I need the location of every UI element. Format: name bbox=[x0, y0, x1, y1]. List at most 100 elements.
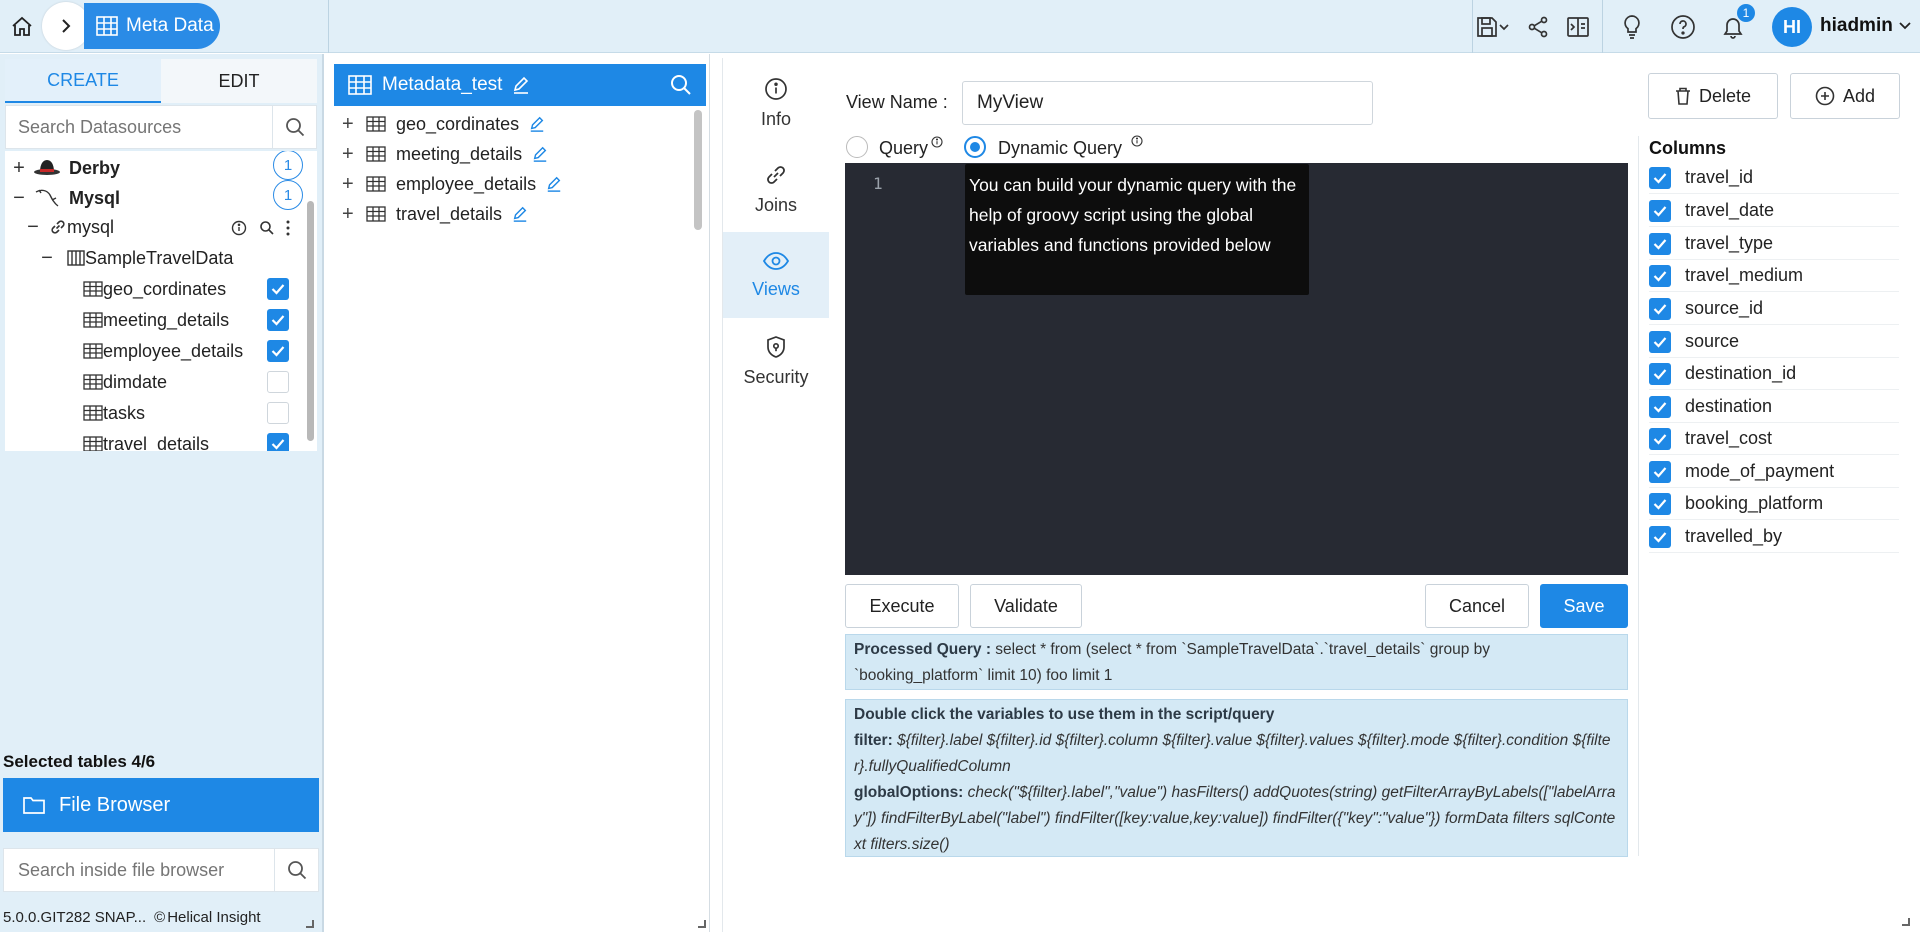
nav-info[interactable]: Info bbox=[723, 60, 829, 146]
resize-handle[interactable] bbox=[306, 920, 314, 928]
metadata-scrollbar[interactable] bbox=[694, 110, 702, 230]
avatar[interactable]: HI bbox=[1772, 7, 1812, 47]
tree-node-table[interactable]: geo_cordinates bbox=[83, 275, 226, 303]
column-row[interactable]: travel_medium bbox=[1649, 260, 1899, 292]
column-row[interactable]: travel_date bbox=[1649, 195, 1899, 227]
column-row[interactable]: source_id bbox=[1649, 293, 1899, 325]
column-row[interactable]: travel_id bbox=[1649, 162, 1899, 194]
column-checkbox[interactable] bbox=[1649, 264, 1671, 287]
column-checkbox[interactable] bbox=[1649, 199, 1671, 222]
breadcrumb-expand-button[interactable] bbox=[42, 2, 90, 50]
info-icon[interactable] bbox=[931, 136, 943, 148]
datasource-search-button[interactable] bbox=[272, 106, 316, 148]
dynamic-query-radio-label[interactable]: Dynamic Query bbox=[998, 138, 1122, 159]
column-row[interactable]: travel_cost bbox=[1649, 423, 1899, 455]
cancel-button[interactable]: Cancel bbox=[1425, 584, 1529, 628]
edit-icon[interactable] bbox=[512, 76, 530, 94]
search-icon[interactable] bbox=[670, 74, 692, 96]
expand-icon[interactable]: + bbox=[5, 157, 33, 180]
breadcrumb-meta-data[interactable]: Meta Data bbox=[84, 3, 220, 49]
help-button[interactable] bbox=[1666, 11, 1700, 43]
column-row[interactable]: destination bbox=[1649, 391, 1899, 423]
file-browser-search-button[interactable] bbox=[274, 849, 318, 891]
table-checkbox[interactable] bbox=[267, 340, 289, 362]
layout-toggle-button[interactable] bbox=[1561, 11, 1595, 43]
query-radio[interactable] bbox=[846, 136, 868, 158]
column-row[interactable]: mode_of_payment bbox=[1649, 456, 1899, 488]
save-button[interactable]: Save bbox=[1540, 584, 1628, 628]
query-radio-label[interactable]: Query bbox=[879, 138, 928, 159]
column-row[interactable]: destination_id bbox=[1649, 358, 1899, 390]
column-row[interactable]: booking_platform bbox=[1649, 488, 1899, 520]
file-browser-button[interactable]: File Browser bbox=[3, 778, 319, 832]
info-icon[interactable] bbox=[1131, 135, 1143, 147]
global-options-functions[interactable]: check("${filter}.label","value") hasFilt… bbox=[854, 784, 1615, 853]
home-button[interactable] bbox=[0, 0, 44, 53]
view-name-field[interactable]: MyView bbox=[962, 81, 1373, 125]
more-vertical-icon[interactable] bbox=[285, 219, 291, 237]
expand-icon[interactable]: + bbox=[342, 203, 356, 226]
validate-button[interactable]: Validate bbox=[970, 584, 1082, 628]
tree-node-table[interactable]: tasks bbox=[83, 399, 145, 427]
column-checkbox[interactable] bbox=[1649, 492, 1671, 515]
ideas-button[interactable] bbox=[1615, 11, 1649, 43]
nav-security[interactable]: Security bbox=[723, 318, 829, 404]
table-checkbox[interactable] bbox=[267, 278, 289, 300]
edit-icon[interactable] bbox=[512, 206, 528, 222]
column-row[interactable]: source bbox=[1649, 326, 1899, 358]
tree-node-derby[interactable]: + Derby bbox=[5, 154, 120, 182]
metadata-table-row[interactable]: + meeting_details bbox=[342, 140, 548, 168]
column-checkbox[interactable] bbox=[1649, 362, 1671, 385]
expand-icon[interactable]: + bbox=[342, 143, 356, 166]
tree-node-table[interactable]: travel_details bbox=[83, 430, 209, 451]
column-checkbox[interactable] bbox=[1649, 460, 1671, 483]
column-checkbox[interactable] bbox=[1649, 427, 1671, 450]
tree-node-table[interactable]: employee_details bbox=[83, 337, 243, 365]
tree-node-table[interactable]: meeting_details bbox=[83, 306, 229, 334]
delete-button[interactable]: Delete bbox=[1648, 73, 1778, 119]
collapse-icon[interactable]: − bbox=[21, 216, 45, 239]
expand-icon[interactable]: + bbox=[342, 113, 356, 136]
file-browser-search-input[interactable] bbox=[4, 849, 274, 891]
column-row[interactable]: travel_type bbox=[1649, 228, 1899, 260]
column-checkbox[interactable] bbox=[1649, 297, 1671, 320]
edit-icon[interactable] bbox=[532, 146, 548, 162]
info-icon[interactable] bbox=[231, 220, 247, 236]
search-icon[interactable] bbox=[259, 220, 275, 236]
column-checkbox[interactable] bbox=[1649, 232, 1671, 255]
user-menu[interactable]: hiadmin bbox=[1820, 15, 1912, 37]
column-checkbox[interactable] bbox=[1649, 330, 1671, 353]
collapse-icon[interactable]: − bbox=[35, 247, 59, 270]
edit-icon[interactable] bbox=[546, 176, 562, 192]
resize-handle[interactable] bbox=[1902, 918, 1910, 926]
tree-node-schema[interactable]: − SampleTravelData bbox=[35, 244, 233, 272]
table-checkbox[interactable] bbox=[267, 402, 289, 424]
column-row[interactable]: travelled_by bbox=[1649, 521, 1899, 553]
filter-variables[interactable]: ${filter}.label ${filter}.id ${filter}.c… bbox=[854, 732, 1611, 775]
collapse-icon[interactable]: − bbox=[5, 187, 33, 210]
resize-handle[interactable] bbox=[698, 920, 706, 928]
nav-views[interactable]: Views bbox=[723, 232, 829, 318]
add-button[interactable]: Add bbox=[1790, 73, 1900, 119]
tree-node-mysql[interactable]: − Mysql bbox=[5, 184, 120, 212]
tree-node-connection[interactable]: − mysql bbox=[21, 213, 114, 241]
expand-icon[interactable]: + bbox=[342, 173, 356, 196]
column-checkbox[interactable] bbox=[1649, 525, 1671, 548]
column-checkbox[interactable] bbox=[1649, 166, 1671, 189]
datasource-search-input[interactable] bbox=[6, 106, 272, 148]
metadata-table-row[interactable]: + travel_details bbox=[342, 200, 528, 228]
column-checkbox[interactable] bbox=[1649, 395, 1671, 418]
metadata-table-row[interactable]: + geo_cordinates bbox=[342, 110, 545, 138]
tab-create[interactable]: CREATE bbox=[5, 59, 161, 103]
nav-joins[interactable]: Joins bbox=[723, 146, 829, 232]
save-menu-button[interactable] bbox=[1470, 11, 1514, 43]
tree-node-table[interactable]: dimdate bbox=[83, 368, 167, 396]
edit-icon[interactable] bbox=[529, 116, 545, 132]
table-checkbox[interactable] bbox=[267, 433, 289, 451]
share-button[interactable] bbox=[1521, 11, 1555, 43]
execute-button[interactable]: Execute bbox=[845, 584, 959, 628]
metadata-table-row[interactable]: + employee_details bbox=[342, 170, 562, 198]
table-checkbox[interactable] bbox=[267, 309, 289, 331]
table-checkbox[interactable] bbox=[267, 371, 289, 393]
tree-scrollbar[interactable] bbox=[307, 201, 314, 441]
